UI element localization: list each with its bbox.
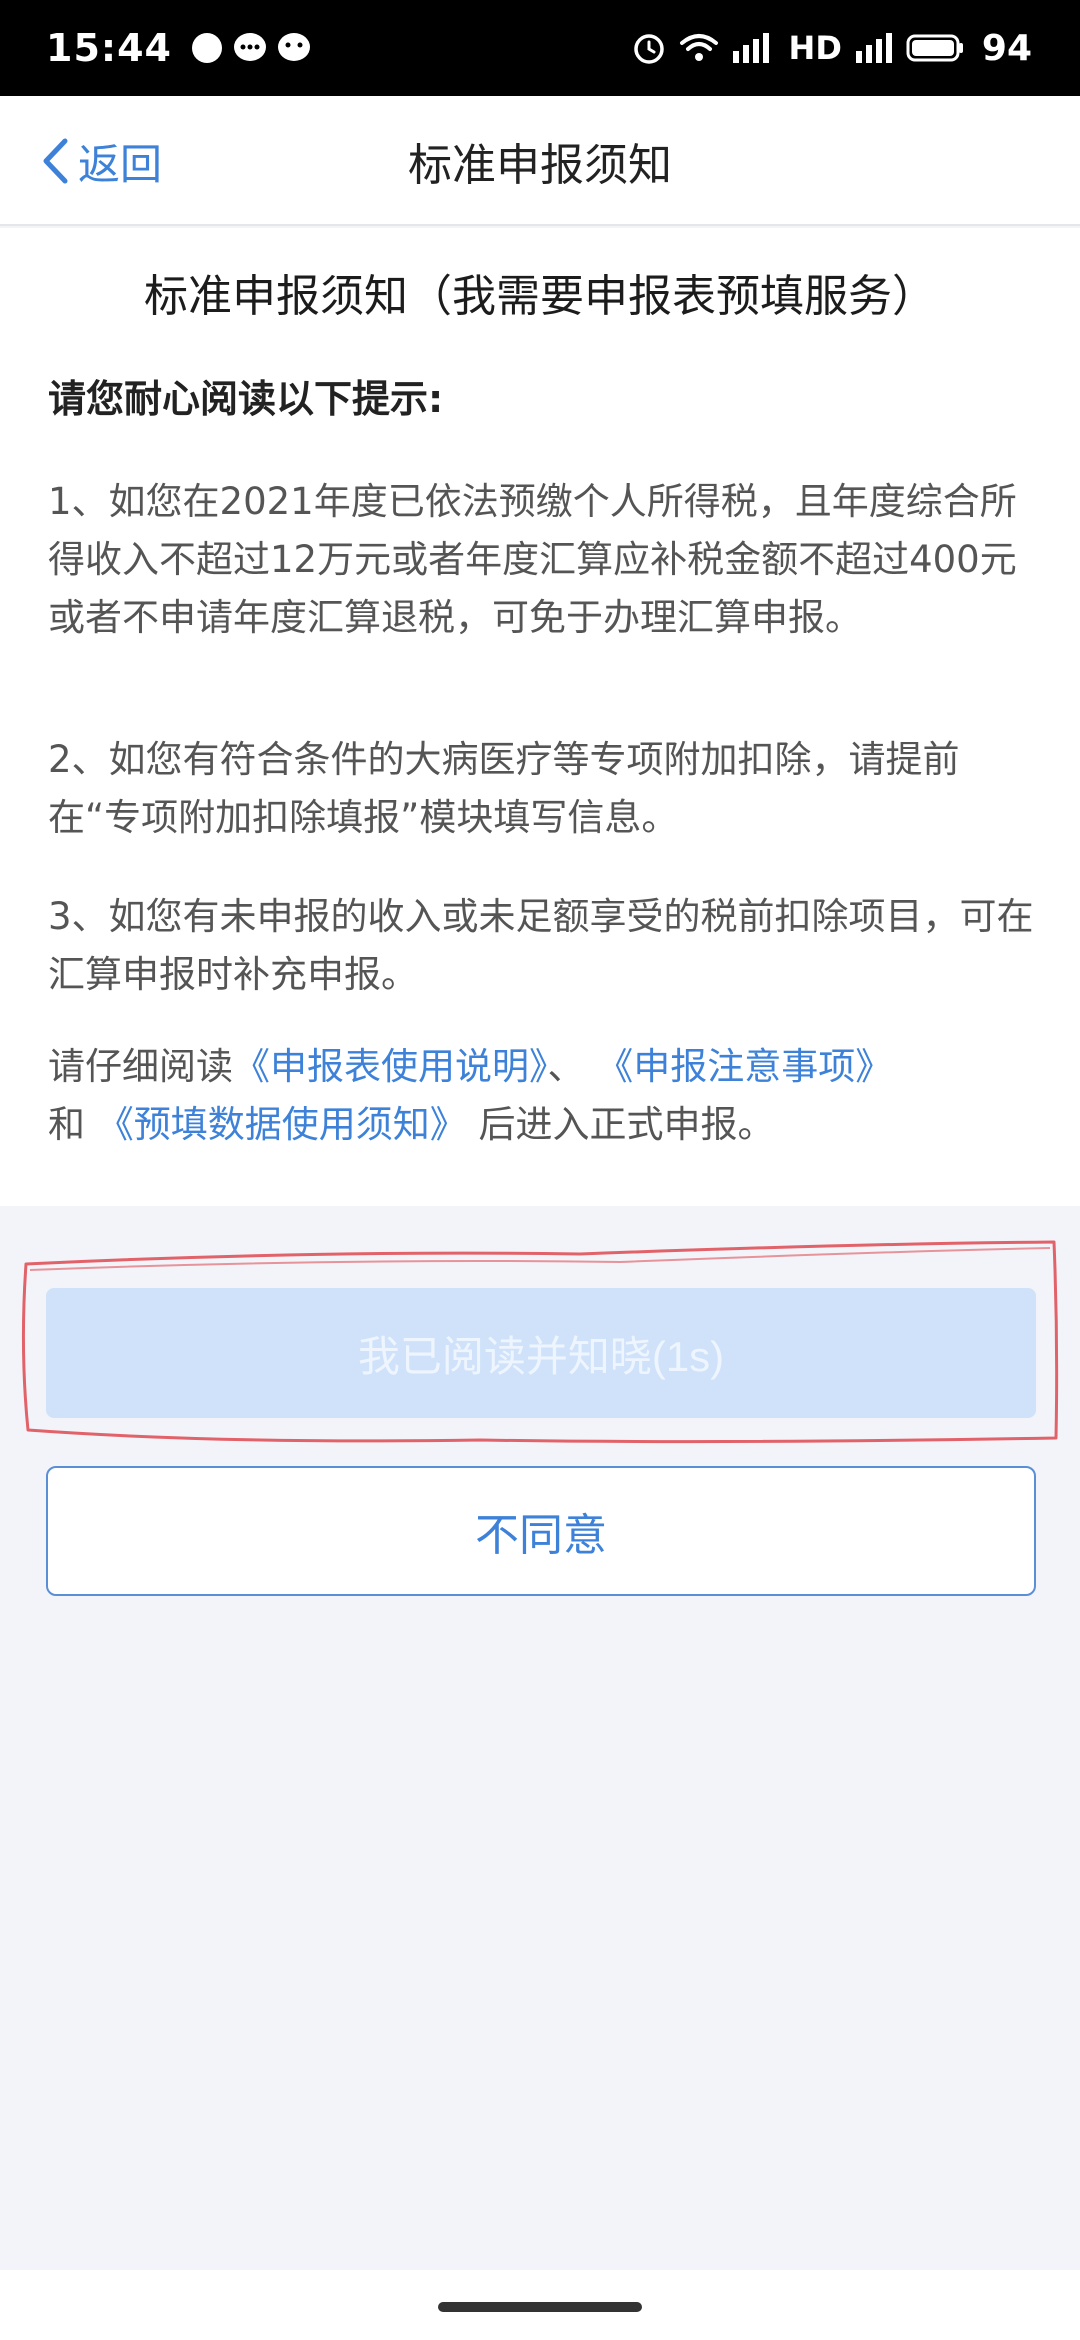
notice-item-1: 1、如您在2021年度已依法预缴个人所得税，且年度综合所得收入不超过12万元或者… [48,480,1017,639]
links-and: 和 [48,1103,85,1146]
chevron-left-icon [43,138,68,184]
links-prefix: 请仔细阅读 [48,1045,233,1088]
screen: 15:44 HD 94 标准申报须知 返回 标准申报须知（我需要申报表预填服务）… [0,0,1080,2340]
status-time: 15:44 [46,26,172,70]
link-prefill-data-notice[interactable]: 《预填数据使用须知》 [97,1103,467,1146]
wifi-icon [679,34,718,61]
acknowledge-button[interactable]: 我已阅读并知晓(1s) [46,1288,1036,1418]
chat-bubble-icon [233,33,266,61]
notice-links-paragraph: 请仔细阅读《申报表使用说明》、 《申报注意事项》和 《预填数据使用须知》 后进入… [48,1038,1038,1154]
notification-icons [190,31,312,65]
signal-5g-icon [732,33,769,63]
links-suffix: 后进入正式申报。 [478,1103,775,1146]
notice-title: 标准申报须知（我需要申报表预填服务） [144,271,936,322]
link-form-instructions[interactable]: 《申报表使用说明》 [233,1045,548,1088]
home-indicator[interactable] [438,2302,642,2312]
status-left: 15:44 [46,26,312,70]
battery-level: 94 [981,27,1032,69]
wechat-icon [277,33,310,61]
status-right: HD 94 [631,28,1032,69]
battery-icon [906,34,963,62]
signal-icon [855,33,892,63]
nav-bar: 标准申报须知 返回 [0,96,1080,226]
alarm-icon [633,34,664,64]
back-label: 返回 [78,139,163,189]
status-bar: 15:44 HD 94 [0,0,1080,96]
link-filing-notes[interactable]: 《申报注意事项》 [596,1045,892,1088]
notice-item-3: 3、如您有未申报的收入或未足额享受的税前扣除项目，可在汇算申报时补充申报。 [48,895,1034,996]
notice-item-2: 2、如您有符合条件的大病医疗等专项附加扣除，请提前在“专项附加扣除填报”模块填写… [48,738,960,839]
notice-content: 标准申报须知（我需要申报表预填服务） 请您耐心阅读以下提示: 1、如您在2021… [0,228,1080,1206]
message-bubble-icon [191,33,222,63]
links-separator: 、 [547,1045,585,1088]
notice-subhead: 请您耐心阅读以下提示: [48,377,444,421]
back-button[interactable]: 返回 [40,126,162,196]
disagree-button[interactable]: 不同意 [46,1466,1036,1596]
network-label: HD [788,29,842,67]
